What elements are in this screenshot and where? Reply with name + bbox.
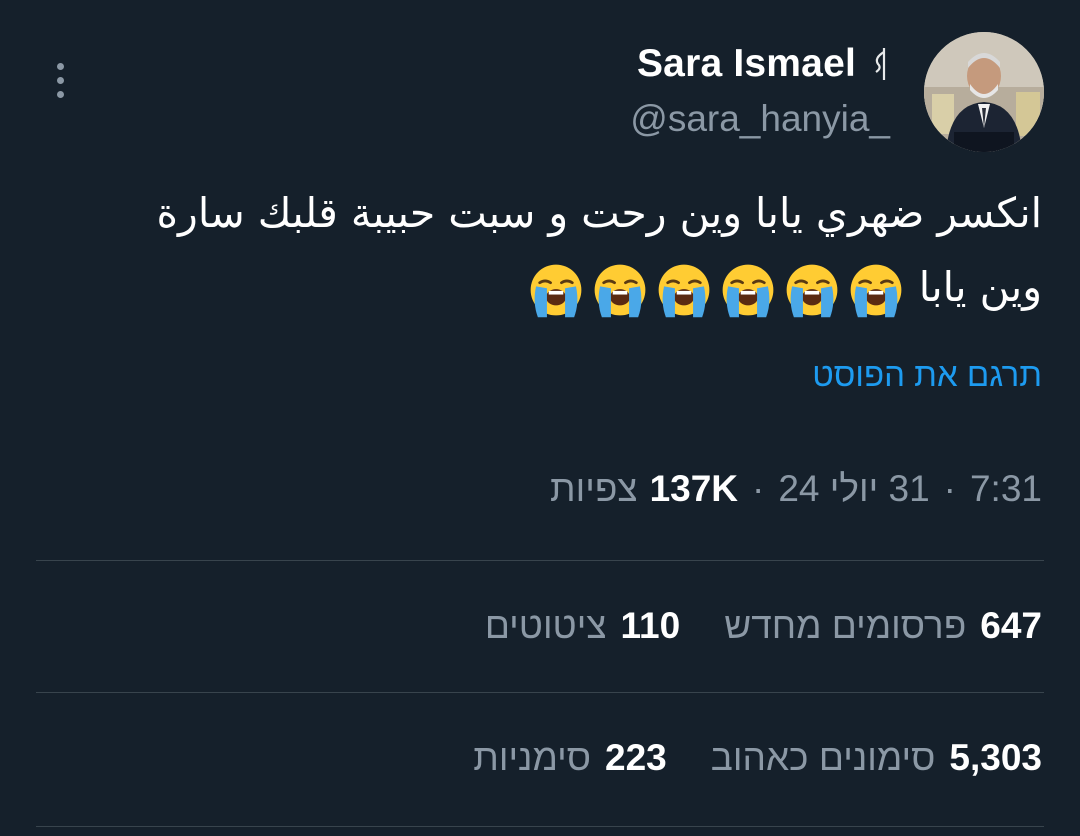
tweet-text-line2-wrap: وين يابا (40, 250, 1042, 324)
tweet-date[interactable]: 31 יולי 24 (778, 468, 929, 510)
divider (36, 826, 1044, 827)
likes-count: 5,303 (949, 737, 1042, 778)
author-identity: Sara Ismael @sara_hanyia_ (630, 36, 890, 140)
tweet-text-line2: وين يابا (918, 263, 1042, 311)
likes-label: סימונים כאהוב (710, 737, 936, 778)
display-name[interactable]: Sara Ismael (637, 42, 856, 86)
bookmarks-label: סימניות (473, 737, 592, 778)
tweet-text-line1: انكسر ضهري يابا وين رحت و سبت حبيبة قلبك… (156, 189, 1042, 237)
divider (36, 560, 1044, 561)
bookmarks-count: 223 (605, 737, 667, 778)
meta-separator: · (943, 468, 956, 509)
avatar-image (924, 32, 1044, 152)
more-dot (56, 90, 64, 98)
loudly-crying-face-icon (722, 264, 774, 318)
tweet-text: انكسر ضهري يابا وين رحت و سبت حبيبة قلبك… (40, 176, 1042, 324)
reposts-count: 647 (980, 605, 1042, 646)
views-count: 137K (649, 468, 739, 509)
reposts-stat[interactable]: 647 פרסומים מחדש (724, 605, 1042, 647)
loudly-crying-face-icon (658, 264, 710, 318)
tweet-meta: 7:31 · 31 יולי 24 · 137K צפיות (550, 468, 1042, 510)
name-row: Sara Ismael (630, 36, 890, 92)
stats-row-reposts: 647 פרסומים מחדש 110 ציטוטים (441, 605, 1042, 647)
likes-stat[interactable]: 5,303 סימונים כאהוב (711, 737, 1042, 779)
loudly-crying-face-icon (594, 264, 646, 318)
reposts-label: פרסומים מחדש (724, 605, 967, 646)
bookmarks-stat[interactable]: 223 סימניות (473, 737, 666, 779)
loudly-crying-face-icon (530, 264, 582, 318)
quotes-stat[interactable]: 110 ציטוטים (485, 605, 680, 647)
user-handle[interactable]: @sara_hanyia_ (630, 98, 890, 140)
loudly-crying-face-icon (850, 264, 902, 318)
more-options-icon[interactable] (46, 58, 74, 102)
avatar[interactable] (924, 32, 1044, 152)
stats-row-likes: 5,303 סימונים כאהוב 223 סימניות (429, 737, 1042, 779)
more-dot (56, 76, 64, 84)
more-dot (56, 62, 64, 70)
meta-separator: · (752, 468, 765, 509)
quotes-label: ציטוטים (484, 605, 607, 646)
tweet-detail: Sara Ismael @sara_hanyia_ انكسر ضهري ياب… (0, 0, 1080, 836)
emoji-row (527, 261, 905, 319)
divider (36, 692, 1044, 693)
quotes-count: 110 (620, 605, 681, 646)
tweet-time[interactable]: 7:31 (970, 468, 1042, 510)
loudly-crying-face-icon (786, 264, 838, 318)
views-label: צפיות (550, 468, 638, 509)
translate-post-link[interactable]: תרגם את הפוסט (812, 356, 1042, 394)
name-flag-icon (875, 48, 886, 80)
